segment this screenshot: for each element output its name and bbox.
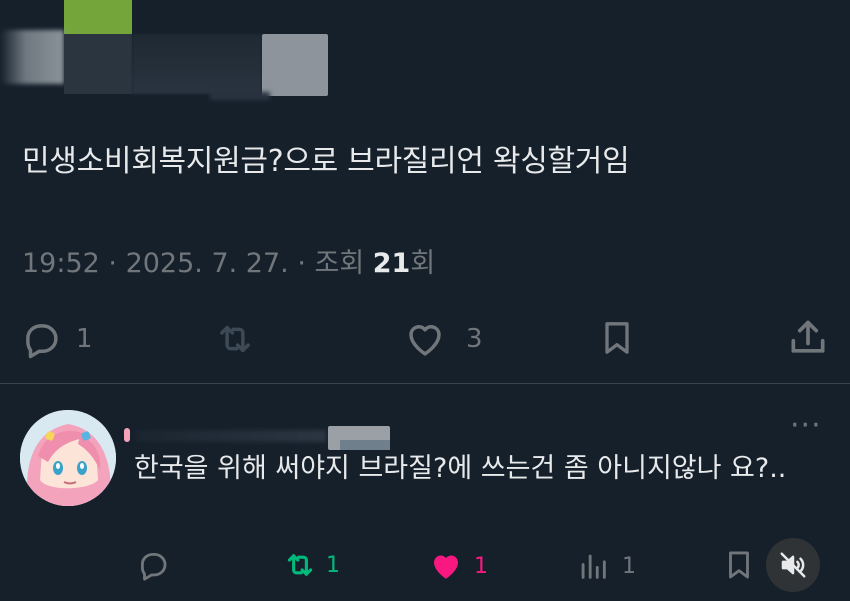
reply-views-count: 1 (622, 553, 636, 579)
views-icon (581, 554, 606, 579)
reply-retweet-button[interactable]: 1 (280, 548, 340, 582)
reply-count: 1 (76, 324, 93, 354)
share-icon (791, 320, 825, 353)
reply-reply-button[interactable] (136, 548, 180, 582)
like-icon (409, 325, 441, 356)
like-icon (434, 555, 458, 579)
tweet-text: 민생소비회복지원금?으로 브라질리언 왁싱할거임 (22, 144, 630, 179)
bookmark-button[interactable] (597, 316, 637, 360)
more-icon[interactable]: ··· (790, 408, 822, 443)
retweet-button[interactable] (212, 318, 268, 360)
retweet-icon (287, 554, 313, 576)
reply-retweet-count: 1 (326, 552, 340, 578)
censored-handle-block (210, 92, 270, 100)
divider (0, 383, 850, 384)
censored-handle-block (262, 34, 328, 96)
reply-icon (26, 324, 58, 359)
anime-girl-avatar-icon (20, 410, 116, 506)
reply-button[interactable]: 1 (20, 318, 93, 360)
bookmark-icon (605, 322, 629, 354)
reply-text: 한국을 위해 써야지 브라질?에 쓰는건 좀 아니지않나 요?.. (134, 453, 787, 484)
meta-separator: · (99, 248, 126, 279)
censored-name-block (132, 34, 262, 94)
reply-like-count: 1 (474, 553, 488, 579)
censored-name-block (136, 430, 326, 442)
tweet-meta: 19:52 · 2025. 7. 27. · 조회 21회 (22, 244, 435, 284)
views-label: 조회 (314, 248, 373, 279)
reply-like-button[interactable]: 1 (428, 548, 488, 584)
like-count: 3 (466, 324, 483, 354)
reply-icon (140, 552, 167, 581)
mute-button[interactable] (766, 538, 820, 592)
censored-name-block (64, 34, 132, 94)
tweet-time[interactable]: 19:52 (22, 248, 100, 279)
share-button[interactable] (786, 316, 830, 360)
views-suffix: 회 (410, 248, 436, 279)
like-button[interactable]: 3 (404, 318, 483, 360)
meta-separator: · (288, 248, 315, 279)
mute-icon (780, 552, 806, 578)
bookmark-icon (729, 551, 749, 579)
censored-name-block (124, 428, 130, 442)
censored-name-block (0, 30, 64, 84)
reply-views-button[interactable]: 1 (576, 548, 636, 584)
retweet-icon (220, 325, 250, 353)
views-count: 21 (372, 248, 411, 279)
tweet-date[interactable]: 2025. 7. 27. (126, 248, 289, 279)
censored-avatar-block (64, 0, 132, 34)
reply-bookmark-button[interactable] (722, 546, 756, 584)
avatar[interactable] (20, 410, 116, 506)
